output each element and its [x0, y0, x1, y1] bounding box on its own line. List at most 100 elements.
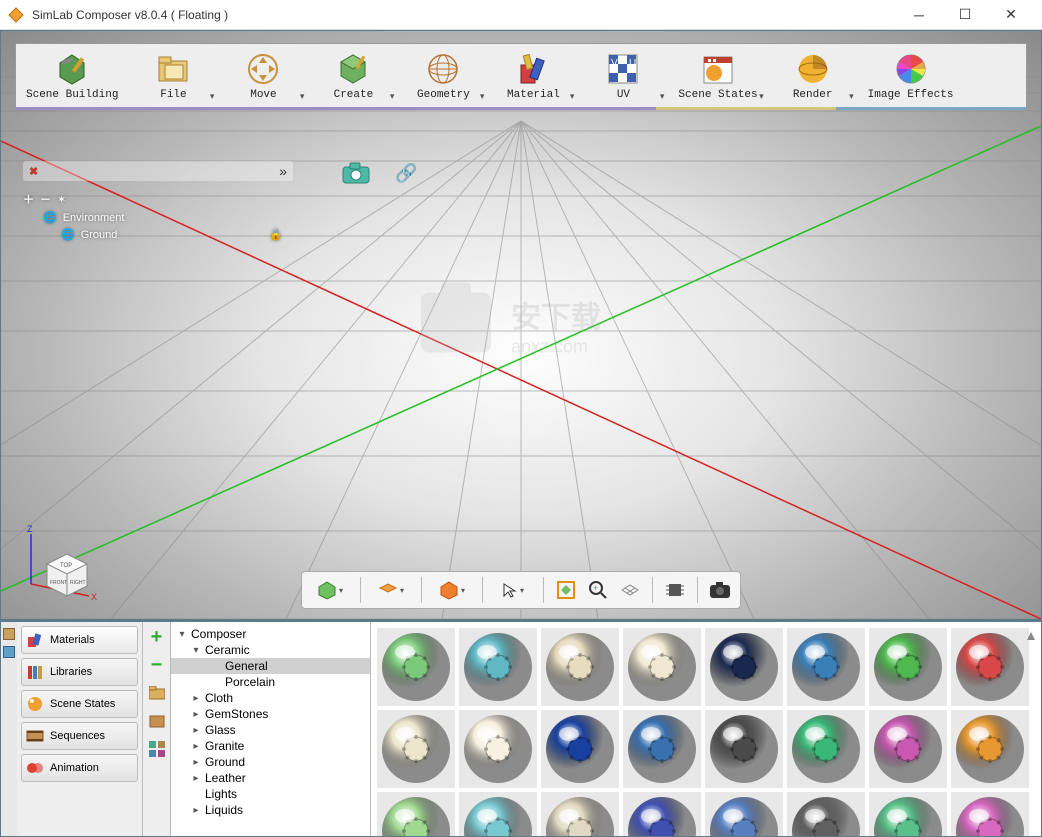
material-swatch[interactable] [787, 710, 865, 788]
material-icon [515, 51, 551, 87]
cursor-tool[interactable]: ▾ [491, 576, 535, 604]
remove-icon[interactable]: − [148, 656, 166, 674]
link-icon[interactable]: 🔗 [395, 163, 417, 184]
material-swatch[interactable] [541, 628, 619, 706]
tree-node-ceramic[interactable]: ▾Ceramic [171, 642, 370, 658]
minus-icon[interactable]: － [40, 191, 51, 207]
ribbon-geometry[interactable]: Geometry▾ [398, 44, 488, 108]
material-swatch[interactable] [951, 710, 1029, 788]
tree-node-porcelain[interactable]: Porcelain [171, 674, 370, 690]
tab-label: Sequences [50, 730, 105, 742]
material-swatch[interactable] [869, 628, 947, 706]
tree-node-cloth[interactable]: ▸Cloth [171, 690, 370, 706]
clear-search-icon[interactable]: ✖ [29, 165, 38, 178]
tree-node-liquids[interactable]: ▸Liquids [171, 802, 370, 818]
tree-node-label: Cloth [205, 691, 233, 705]
ribbon-uv[interactable]: VUUV▾ [578, 44, 668, 108]
material-swatch[interactable] [377, 710, 455, 788]
expand-search-icon[interactable]: » [279, 163, 287, 179]
grid-orange-tool[interactable]: ▾ [369, 576, 413, 604]
panel-toggle-b[interactable] [3, 646, 15, 658]
material-swatch[interactable] [459, 628, 537, 706]
scroll-up-icon[interactable] [1025, 630, 1037, 642]
svg-text:TOP: TOP [60, 563, 72, 569]
material-tree[interactable]: ▾Composer▾CeramicGeneralPorcelain▸Cloth▸… [171, 622, 371, 836]
material-swatch[interactable] [623, 628, 701, 706]
viewport-quick-tools: 🔗 [341, 161, 417, 185]
folder-icon[interactable] [148, 684, 166, 702]
tree-node-ground[interactable]: ▸Ground [171, 754, 370, 770]
maximize-button[interactable]: ☐ [942, 0, 988, 30]
tree-node-granite[interactable]: ▸Granite [171, 738, 370, 754]
ribbon-scene-states[interactable]: Scene States▾ [668, 44, 767, 108]
panel-toggle-a[interactable] [3, 628, 15, 640]
ribbon-move[interactable]: Move▾ [218, 44, 308, 108]
scene-search-input[interactable]: ✖ » [23, 161, 293, 181]
material-swatch[interactable] [377, 792, 455, 836]
tree-node-composer[interactable]: ▾Composer [171, 626, 370, 642]
ribbon-create[interactable]: Create▾ [308, 44, 398, 108]
ribbon-render[interactable]: Render▾ [768, 44, 858, 108]
material-swatch[interactable] [623, 710, 701, 788]
panel-tab-libraries[interactable]: Libraries [21, 658, 138, 686]
material-swatch[interactable] [951, 628, 1029, 706]
tree-item-ground[interactable]: 🌐 Ground 🔒 [61, 226, 293, 243]
ribbon-scene-building[interactable]: Scene Building [16, 44, 128, 108]
tree-node-label: Porcelain [225, 675, 275, 689]
globe-icon: 🌐 [43, 211, 57, 224]
package-icon[interactable] [148, 712, 166, 730]
axis-gizmo[interactable]: Z X TOP FRONT RIGHT [19, 522, 99, 607]
tree-node-leather[interactable]: ▸Leather [171, 770, 370, 786]
material-swatch[interactable] [541, 710, 619, 788]
zoom-tool[interactable]: + [584, 576, 612, 604]
material-swatch[interactable] [623, 792, 701, 836]
tree-node-lights[interactable]: Lights [171, 786, 370, 802]
material-swatch[interactable] [541, 792, 619, 836]
camera-icon[interactable] [341, 161, 371, 185]
lock-icon[interactable]: 🔒 [269, 228, 283, 241]
chevron-down-icon: ▾ [300, 91, 305, 102]
panel-tab-materials[interactable]: Materials [21, 626, 138, 654]
material-swatch[interactable] [869, 792, 947, 836]
ribbon-material[interactable]: Material▾ [488, 44, 578, 108]
fit-view-tool[interactable] [552, 576, 580, 604]
grid-tool[interactable] [616, 576, 644, 604]
material-swatch[interactable] [787, 792, 865, 836]
material-swatch[interactable] [705, 628, 783, 706]
tree-node-gemstones[interactable]: ▸GemStones [171, 706, 370, 722]
material-swatch[interactable] [951, 792, 1029, 836]
tab-label: Libraries [50, 666, 92, 678]
close-button[interactable]: ✕ [988, 0, 1034, 30]
camera-tool[interactable] [706, 576, 734, 604]
viewport-3d[interactable]: Scene BuildingFile▾Move▾Create▾Geometry▾… [1, 31, 1041, 619]
tab-label: Materials [50, 634, 95, 646]
ribbon-image-effects[interactable]: Image Effects [858, 44, 964, 108]
material-swatch[interactable] [459, 792, 537, 836]
cube-orange-tool[interactable]: ▾ [430, 576, 474, 604]
tree-node-glass[interactable]: ▸Glass [171, 722, 370, 738]
ribbon-file[interactable]: File▾ [128, 44, 218, 108]
ribbon-label: File [160, 89, 186, 101]
svg-text:RIGHT: RIGHT [70, 580, 86, 586]
tree-item-environment[interactable]: 🌐 Environment [43, 209, 293, 226]
gear-icon[interactable]: ✶ [57, 193, 66, 206]
plus-icon[interactable]: ＋ [23, 191, 34, 207]
minimize-button[interactable]: ─ [896, 0, 942, 30]
material-swatch[interactable] [705, 710, 783, 788]
material-swatch[interactable] [869, 710, 947, 788]
add-icon[interactable]: + [148, 628, 166, 646]
material-swatch[interactable] [705, 792, 783, 836]
chip-tool[interactable] [661, 576, 689, 604]
material-swatch[interactable] [377, 628, 455, 706]
tree-node-general[interactable]: General [171, 658, 370, 674]
cube-green-tool[interactable]: ▾ [308, 576, 352, 604]
material-grid-container [371, 622, 1041, 836]
panel-tab-scene-states[interactable]: Scene States [21, 690, 138, 718]
titlebar: SimLab Composer v8.0.4 ( Floating ) ─ ☐ … [0, 0, 1042, 30]
material-swatch[interactable] [459, 710, 537, 788]
panel-tab-sequences[interactable]: Sequences [21, 722, 138, 750]
grid-view-icon[interactable] [148, 740, 166, 758]
panel-tab-animation[interactable]: Animation [21, 754, 138, 782]
material-swatch[interactable] [787, 628, 865, 706]
uv-icon: VU [605, 51, 641, 87]
